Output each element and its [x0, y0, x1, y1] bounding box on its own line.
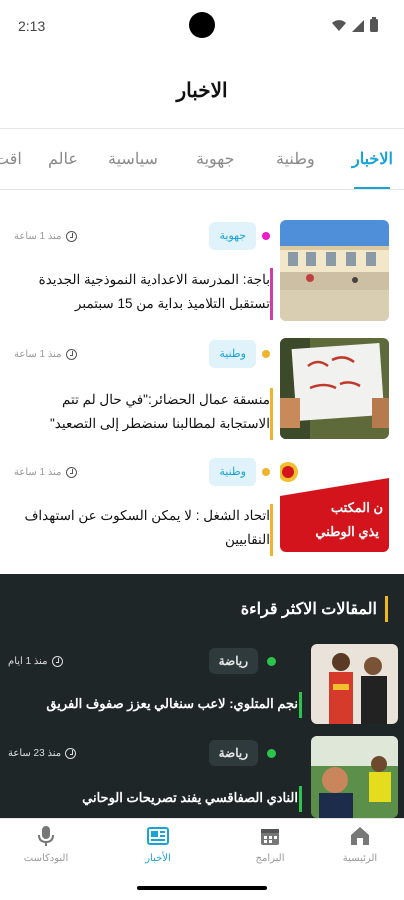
category-tag: رياضة	[208, 648, 258, 674]
most-read-card[interactable]: رياضة منذ 23 ساعة النادي الصفاقسي يفند ت…	[0, 736, 404, 828]
tab-world[interactable]: عالم	[48, 149, 78, 169]
calendar-icon	[261, 829, 279, 845]
most-read-section: المقالات الاكثر قراءة رياضة منذ 1 ايام ن…	[0, 574, 404, 818]
time-text: منذ 1 ساعة	[14, 231, 62, 242]
app-header: الاخبار	[0, 52, 404, 128]
news-time: منذ 1 ساعة	[14, 349, 77, 360]
category-tabs: الاخبار وطنية جهوية سياسية عالم اقت	[0, 128, 404, 190]
page-title: الاخبار	[176, 79, 228, 102]
category-tag: جهوية	[209, 222, 256, 250]
tab-regional[interactable]: جهوية	[196, 149, 235, 169]
clock-icon	[65, 231, 77, 242]
tab-economy[interactable]: اقت	[0, 149, 22, 169]
accent-bar	[270, 504, 273, 556]
most-read-title: المقالات الاكثر قراءة	[240, 601, 377, 618]
news-card[interactable]: ن المكتب يذي الوطني وطنية منذ 1 ساعة اتح…	[0, 446, 404, 564]
accent-bar	[299, 692, 302, 718]
news-time: منذ 1 ساعة	[14, 231, 77, 242]
category-tag: وطنية	[209, 340, 256, 368]
nav-programs[interactable]: البرامج	[230, 825, 310, 864]
category-dot	[262, 350, 270, 358]
news-title: باجة: المدرسة الاعدادية النموذجية الجديد…	[16, 268, 270, 316]
battery-icon	[370, 17, 378, 32]
status-time: 2:13	[18, 18, 46, 34]
news-list: جهوية منذ 1 ساعة باجة: المدرسة الاعدادية…	[0, 210, 404, 564]
active-tab-indicator	[354, 187, 390, 189]
microphone-icon	[38, 826, 54, 846]
status-icons	[332, 17, 378, 32]
news-title-line: منسقة عمال الحضائر:"في حال لم تتم	[62, 392, 270, 407]
section-accent-bar	[385, 596, 388, 622]
nav-label: الرئيسية	[342, 853, 378, 864]
nav-label: الأخبار	[145, 853, 171, 864]
tab-politics[interactable]: سياسية	[108, 149, 158, 169]
nav-label: البرامج	[255, 853, 285, 864]
news-time: منذ 23 ساعة	[8, 748, 77, 759]
news-icon	[147, 827, 169, 845]
accent-bar	[270, 268, 273, 320]
signal-icon	[352, 19, 364, 32]
nav-home[interactable]: الرئيسية	[320, 825, 400, 864]
football-image	[311, 736, 398, 818]
news-title-line: الاستجابة لمطالبنا سنضطر إلى التصعيد"	[50, 416, 270, 431]
news-image-ugtt-banner: ن المكتب يذي الوطني	[280, 460, 389, 552]
most-read-title-text: النادي الصفاقسي يفند تصريحات الوحاني	[82, 790, 298, 805]
category-dot	[262, 468, 270, 476]
nav-label: البودكاست	[23, 853, 69, 864]
nav-news[interactable]: الأخبار	[118, 825, 198, 864]
news-card[interactable]: وطنية منذ 1 ساعة منسقة عمال الحضائر:"في …	[0, 328, 404, 446]
banner-text: ن المكتب	[330, 500, 383, 515]
accent-bar	[299, 786, 302, 812]
category-dot	[262, 232, 270, 240]
news-image-school	[280, 220, 389, 321]
news-title-line: تستقبل التلاميذ بداية من 15 سبتمبر	[74, 296, 270, 311]
most-read-header: المقالات الاكثر قراءة	[241, 596, 388, 622]
home-indicator[interactable]	[137, 886, 267, 890]
category-tag: وطنية	[209, 458, 256, 486]
news-title: منسقة عمال الحضائر:"في حال لم تتم الاستج…	[16, 388, 270, 436]
gesture-bar	[0, 878, 404, 900]
category-dot	[267, 657, 276, 666]
most-read-title-text: نجم المتلوي: لاعب سنغالي يعزز صفوف الفري…	[46, 696, 298, 711]
category-dot	[267, 749, 276, 758]
time-text: منذ 1 ساعة	[14, 467, 62, 478]
nav-podcast[interactable]: البودكاست	[6, 825, 86, 864]
home-icon	[351, 827, 369, 845]
most-read-card[interactable]: رياضة منذ 1 ايام نجم المتلوي: لاعب سنغال…	[0, 644, 404, 736]
status-bar: 2:13	[0, 0, 404, 52]
category-tag: رياضة	[208, 740, 258, 766]
time-text: منذ 1 ساعة	[14, 349, 62, 360]
news-time: منذ 1 ساعة	[14, 467, 77, 478]
banner-text: يذي الوطني	[315, 524, 379, 539]
clock-icon	[65, 349, 77, 360]
news-title-line: باجة: المدرسة الاعدادية النموذجية الجديد…	[38, 272, 270, 287]
tab-national[interactable]: وطنية	[276, 149, 315, 169]
accent-bar	[270, 388, 273, 440]
clock-icon	[65, 467, 77, 478]
news-time: منذ 1 ايام	[8, 656, 63, 667]
players-image	[311, 644, 398, 724]
news-image-protest	[280, 338, 389, 439]
clock-icon	[65, 748, 77, 759]
wifi-icon	[332, 20, 346, 31]
time-text: منذ 1 ايام	[8, 656, 48, 667]
camera-cutout	[189, 12, 215, 38]
news-title: اتحاد الشغل : لا يمكن السكوت عن استهداف …	[16, 504, 270, 552]
time-text: منذ 23 ساعة	[8, 748, 62, 759]
bottom-nav: الرئيسية البرامج الأخبار البودكاست	[0, 818, 404, 878]
tab-news[interactable]: الاخبار	[352, 149, 393, 169]
news-title-line: اتحاد الشغل : لا يمكن السكوت عن استهداف	[24, 508, 270, 523]
clock-icon	[51, 656, 63, 667]
news-card[interactable]: جهوية منذ 1 ساعة باجة: المدرسة الاعدادية…	[0, 210, 404, 328]
news-title-line: النقابيين	[224, 532, 270, 547]
